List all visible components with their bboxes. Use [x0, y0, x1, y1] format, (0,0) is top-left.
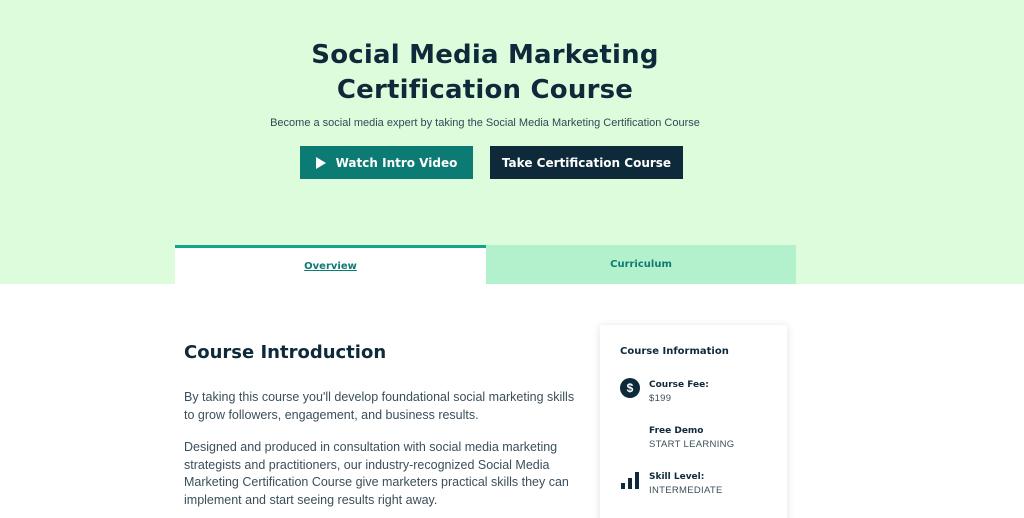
course-fee-row: $ Course Fee: $199 — [620, 378, 709, 406]
free-demo-row: Free Demo START LEARNING — [620, 424, 735, 452]
course-tabs: Overview Curriculum — [175, 245, 796, 284]
take-certification-course-label: Take Certification Course — [501, 155, 672, 170]
page-title: Social Media Marketing Certification Cou… — [262, 38, 708, 108]
course-information-card: Course Information $ Course Fee: $199 Fr… — [600, 325, 787, 518]
dollar-icon: $ — [620, 378, 640, 398]
tab-overview-label: Overview — [304, 260, 357, 272]
course-fee-label: Course Fee: — [649, 380, 709, 390]
take-certification-course-button[interactable]: Take Certification Course — [490, 146, 683, 179]
skill-level-row: Skill Level: INTERMEDIATE — [620, 470, 723, 498]
hero-section: Social Media Marketing Certification Cou… — [0, 0, 1024, 284]
free-demo-value[interactable]: START LEARNING — [649, 438, 735, 452]
course-introduction-heading: Course Introduction — [184, 342, 387, 363]
tab-curriculum[interactable]: Curriculum — [486, 245, 796, 284]
watch-intro-video-label: Watch Intro Video — [335, 155, 458, 170]
tab-overview[interactable]: Overview — [175, 245, 486, 284]
watch-intro-video-button[interactable]: Watch Intro Video — [300, 146, 473, 179]
intro-paragraph-2: Designed and produced in consultation wi… — [184, 440, 569, 507]
page-title-line-2: Certification Course — [336, 75, 634, 105]
page-title-line-1: Social Media Marketing — [311, 40, 659, 70]
course-fee-value: $199 — [649, 393, 672, 404]
free-demo-label: Free Demo — [649, 426, 704, 436]
play-icon — [315, 156, 326, 169]
intro-paragraph-1: By taking this course you'll develop fou… — [184, 390, 575, 422]
bar-chart-icon — [621, 472, 639, 489]
skill-level-value: INTERMEDIATE — [649, 485, 723, 496]
tab-curriculum-label: Curriculum — [610, 259, 672, 270]
skill-level-label: Skill Level: — [649, 472, 705, 482]
page-subtitle: Become a social media expert by taking t… — [270, 117, 700, 129]
course-information-title: Course Information — [620, 346, 729, 357]
